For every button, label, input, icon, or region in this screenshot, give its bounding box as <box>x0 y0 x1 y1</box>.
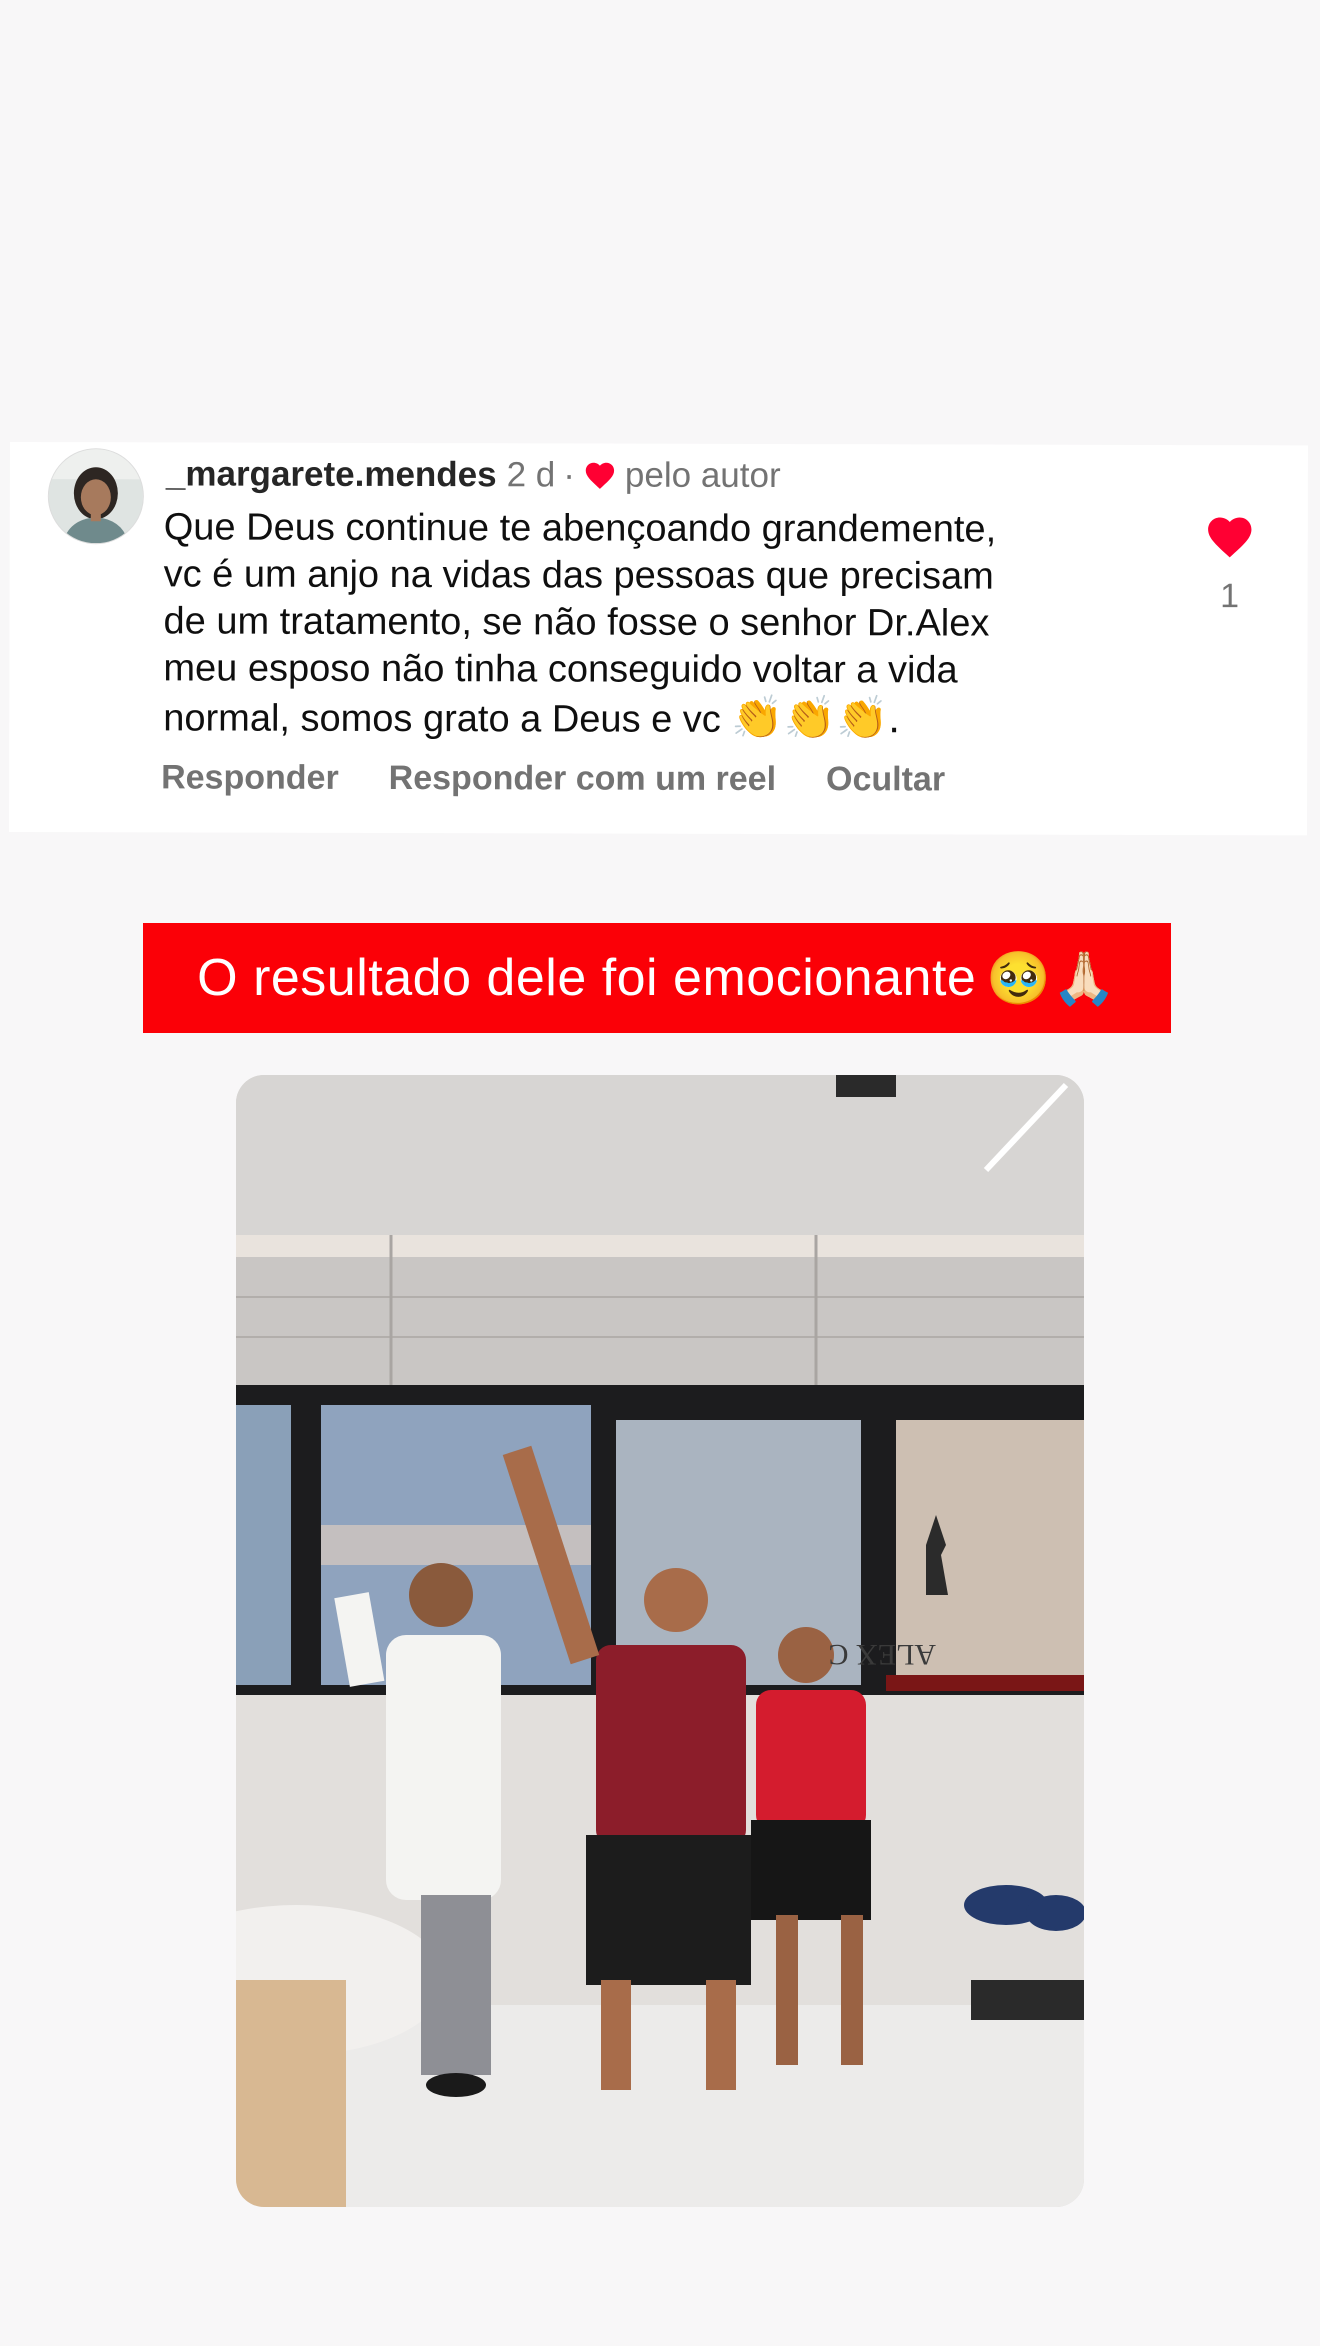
separator: · <box>563 455 576 495</box>
clap-emoji: 👏👏👏. <box>731 693 901 742</box>
clinic-photo: ALEX C <box>236 1075 1084 2207</box>
reply-with-reel-button[interactable]: Responder com um reel <box>389 759 776 799</box>
comment-text: Que Deus continue te abençoando grandeme… <box>163 504 1144 745</box>
result-banner: O resultado dele foi emocionante 🥹🙏🏻 <box>143 923 1171 1033</box>
avatar[interactable] <box>47 448 144 545</box>
comment-header: _margarete.mendes 2 d · pelo autor <box>166 452 781 498</box>
username[interactable]: _margarete.mendes <box>166 454 497 495</box>
hide-button[interactable]: Ocultar <box>826 760 945 799</box>
heart-icon <box>585 462 615 489</box>
avatar-photo <box>48 449 143 544</box>
liked-by-author-label: pelo autor <box>624 455 781 496</box>
banner-text: O resultado dele foi emocionante <box>197 949 977 1007</box>
comment-card: _margarete.mendes 2 d · pelo autor Que D… <box>8 442 1308 836</box>
like-heart-icon[interactable] <box>1204 515 1256 563</box>
reply-button[interactable]: Responder <box>161 758 339 797</box>
wall-sign: ALEX C <box>829 1638 937 1671</box>
clinic-photo-illustration: ALEX C <box>236 1075 1084 2207</box>
like-count: 1 <box>1220 577 1240 616</box>
banner-emoji: 🥹🙏🏻 <box>986 949 1117 1008</box>
comment-time: 2 d <box>506 455 556 495</box>
like-column: 1 <box>1202 515 1258 616</box>
comment-actions: Responder Responder com um reel Ocultar <box>161 758 945 799</box>
